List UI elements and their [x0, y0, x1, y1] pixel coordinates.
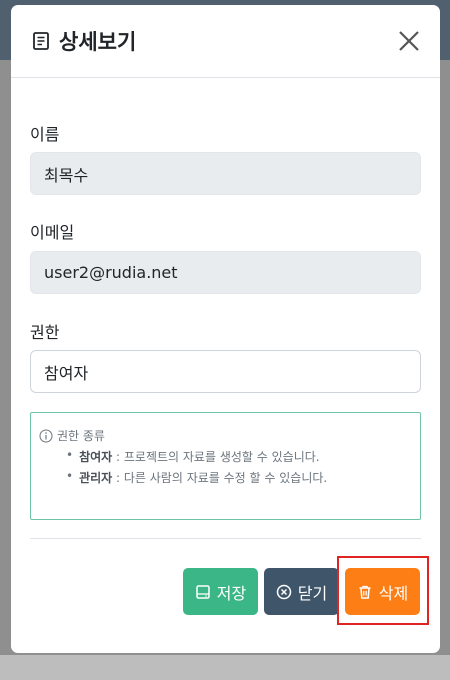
save-label: 저장 — [216, 583, 247, 603]
close-circle-icon — [276, 584, 292, 600]
email-label: 이메일 — [30, 223, 75, 242]
save-button[interactable]: 저장 — [183, 568, 258, 615]
role-desc: : 프로젝트의 자료를 생성할 수 있습니다. — [112, 450, 320, 464]
save-icon — [195, 584, 211, 600]
info-icon — [39, 429, 53, 443]
role-info-box: 권한 종류 • 참여자 : 프로젝트의 자료를 생성할 수 있습니다. • 관리… — [30, 412, 421, 520]
footer-divider — [30, 538, 421, 539]
info-title: 권한 종류 — [39, 427, 412, 444]
role-desc: : 다른 사람의 자료를 수정 할 수 있습니다. — [112, 471, 328, 485]
role-term: 참여자 — [79, 450, 113, 464]
background-footer-bar — [0, 655, 450, 680]
role-term: 관리자 — [79, 471, 113, 485]
role-field[interactable] — [30, 350, 421, 393]
list-item: • 참여자 : 프로젝트의 자료를 생성할 수 있습니다. — [66, 448, 320, 464]
name-label: 이름 — [30, 125, 60, 144]
delete-button[interactable]: 삭제 — [345, 568, 420, 615]
close-label: 닫기 — [297, 583, 328, 603]
role-label: 권한 — [30, 323, 60, 342]
modal-body: 이름 이메일 권한 권한 종류 • 참여자 : 프로젝트의 자료를 생성할 수 … — [11, 5, 440, 653]
email-field[interactable] — [30, 251, 421, 294]
name-field[interactable] — [30, 152, 421, 195]
info-title-text: 권한 종류 — [57, 429, 105, 443]
delete-label: 삭제 — [378, 583, 409, 603]
list-item: • 관리자 : 다른 사람의 자료를 수정 할 수 있습니다. — [66, 469, 328, 485]
close-button[interactable]: 닫기 — [264, 568, 339, 615]
trash-icon — [357, 584, 373, 600]
